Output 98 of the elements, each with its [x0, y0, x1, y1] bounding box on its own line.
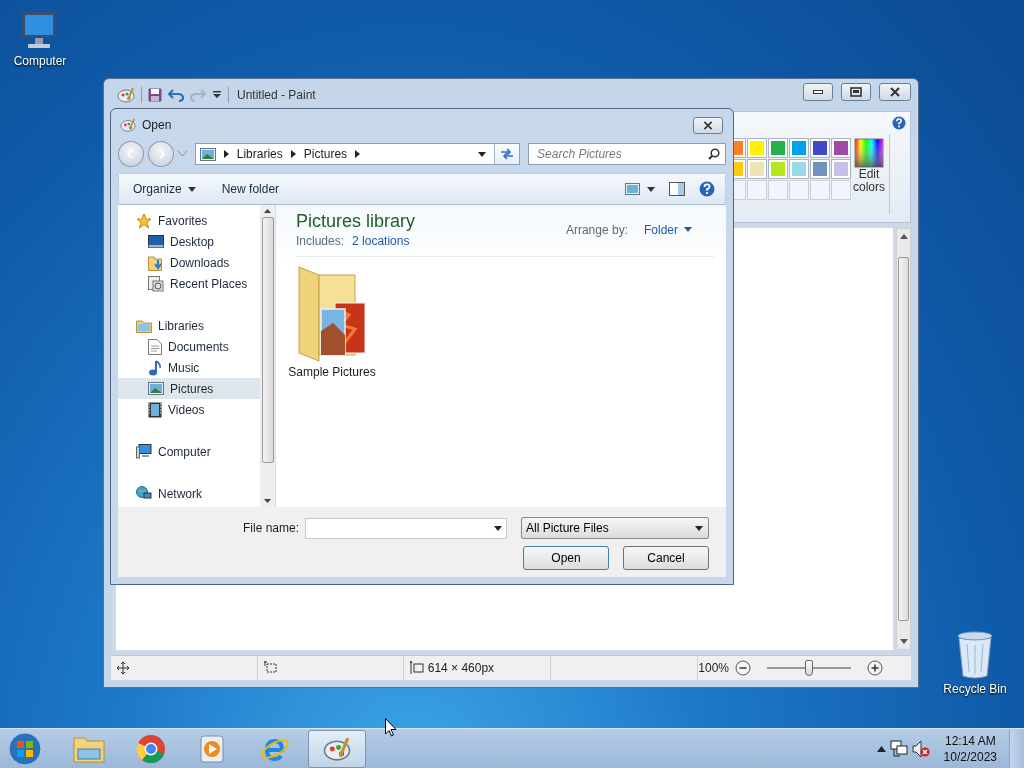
folder-icon [73, 734, 105, 763]
minimize-button[interactable] [803, 83, 833, 101]
search-field[interactable]: Search Pictures [528, 143, 726, 165]
desktop-icon [148, 235, 164, 248]
breadcrumb-item[interactable]: Libraries [236, 147, 283, 161]
film-strip-icon [148, 401, 162, 418]
scroll-up-arrow-icon[interactable] [264, 209, 271, 213]
dialog-title: Open [142, 118, 172, 132]
caret-icon[interactable] [212, 90, 222, 100]
search-icon[interactable] [708, 148, 720, 160]
network-icon [136, 486, 152, 501]
navigation-item[interactable]: Videos [118, 399, 260, 420]
folder-label[interactable]: Sample Pictures [288, 365, 376, 379]
zoom-slider-thumb[interactable] [805, 660, 813, 676]
includes-label: Includes: [296, 234, 345, 248]
navigation-item[interactable]: Desktop [118, 231, 260, 252]
file-name-label: File name: [242, 521, 299, 535]
clock[interactable]: 12:14 AM 10/2/2023 [943, 732, 997, 765]
breadcrumb-arrow-icon[interactable] [223, 150, 229, 158]
navigation-item[interactable]: Favorites [118, 210, 260, 231]
maximize-button[interactable] [841, 83, 871, 101]
navigation-item[interactable]: Recent Places [118, 273, 260, 294]
computer-icon [136, 444, 152, 459]
zoom-percentage: 100% [698, 661, 729, 675]
navigation-item[interactable]: Pictures [118, 378, 260, 399]
save-icon[interactable] [148, 88, 162, 102]
palette-icon [120, 117, 136, 133]
cancel-button[interactable]: Cancel [623, 546, 709, 570]
star-icon [136, 212, 152, 229]
view-options-icon[interactable] [625, 183, 655, 195]
file-name-field[interactable] [305, 517, 507, 539]
navigation-item[interactable]: Computer [118, 441, 260, 462]
picture-folder-icon[interactable] [297, 265, 367, 363]
show-hidden-icons-button[interactable] [876, 745, 886, 752]
locations-link[interactable]: 2 locations [352, 234, 410, 248]
mouse-pointer-icon [385, 718, 397, 737]
dropdown-caret-icon [684, 227, 692, 232]
breadcrumb-arrow-icon[interactable] [290, 150, 296, 158]
canvas-size-icon [409, 661, 424, 675]
scroll-up-arrow-icon[interactable] [899, 233, 908, 239]
edit-colors-button[interactable]: Edit colors [851, 138, 887, 194]
music-note-icon [148, 359, 162, 376]
dropdown-caret-icon [695, 525, 703, 531]
move-cursor-icon [117, 662, 129, 674]
help-icon[interactable] [699, 181, 715, 197]
breadcrumb-arrow-icon[interactable] [355, 150, 361, 158]
dropdown-caret-icon[interactable] [478, 151, 487, 157]
selection-size-icon [264, 661, 279, 675]
recycle-bin-icon[interactable] [955, 630, 995, 680]
dropdown-caret-icon [187, 186, 196, 192]
navigation-item[interactable]: Music [118, 357, 260, 378]
refresh-button[interactable] [494, 144, 520, 164]
pictures-library-icon [199, 147, 216, 161]
address-bar[interactable]: Libraries Pictures [194, 143, 521, 165]
dropdown-caret-icon[interactable] [494, 525, 502, 531]
close-button[interactable] [693, 116, 723, 134]
undo-icon[interactable] [168, 88, 184, 102]
preview-pane-icon[interactable] [669, 182, 685, 196]
picture-icon [148, 382, 164, 395]
organize-button[interactable]: Organize [127, 180, 202, 198]
close-icon [889, 87, 901, 97]
library-title: Pictures library [296, 211, 416, 232]
library-icon [136, 318, 152, 333]
close-button[interactable] [879, 83, 911, 101]
scroll-down-arrow-icon[interactable] [264, 499, 271, 503]
recent-places-icon [148, 275, 164, 292]
window-title: Untitled - Paint [237, 88, 316, 102]
arrange-by-label: Arrange by: [565, 222, 628, 237]
paint-taskbar-button[interactable] [308, 729, 366, 768]
file-type-dropdown[interactable]: All Picture Files [521, 517, 709, 539]
canvas-size-text: 614 × 460px [427, 661, 495, 675]
browser-logo-icon [136, 733, 166, 764]
open-button[interactable]: Open [523, 546, 609, 570]
document-icon [148, 338, 162, 355]
vertical-scrollbar[interactable] [896, 228, 911, 650]
breadcrumb-item[interactable]: Pictures [303, 147, 348, 161]
muted-speaker-icon[interactable] [911, 739, 930, 758]
restore-icon [850, 87, 862, 97]
vertical-scrollbar[interactable] [260, 205, 275, 507]
navigation-item[interactable]: Libraries [118, 315, 260, 336]
desktop-icon-label[interactable]: Recycle Bin [943, 682, 1007, 696]
navigation-item[interactable]: Network [118, 483, 260, 504]
zoom-in-button[interactable] [867, 660, 883, 676]
scroll-down-arrow-icon[interactable] [899, 639, 908, 645]
navigation-item[interactable]: Documents [118, 336, 260, 357]
refresh-arrows-icon [500, 148, 515, 160]
arrange-by-dropdown[interactable]: Folder [638, 221, 698, 238]
desktop-icon-label[interactable]: Computer [13, 54, 67, 68]
new-folder-button[interactable]: New folder [215, 180, 286, 198]
download-folder-icon [148, 254, 164, 271]
palette-icon[interactable] [117, 86, 135, 104]
navigation-item[interactable]: Downloads [118, 252, 260, 273]
minimize-icon [813, 90, 823, 94]
close-icon [702, 120, 714, 130]
media-player-icon [200, 734, 226, 763]
network-status-icon[interactable] [889, 739, 908, 758]
zoom-out-button[interactable] [735, 660, 751, 676]
help-icon[interactable] [892, 116, 906, 130]
